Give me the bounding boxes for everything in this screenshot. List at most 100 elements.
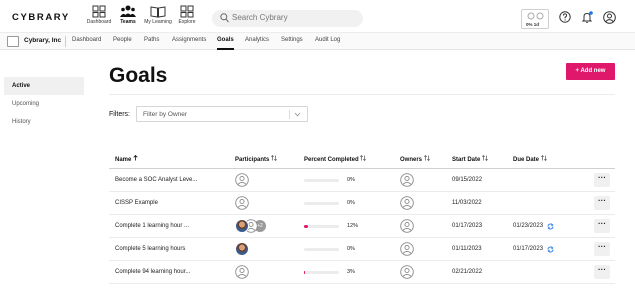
- subnav-divider: [65, 36, 66, 47]
- tab-assignments[interactable]: Assignments: [172, 37, 206, 43]
- goal-name[interactable]: CISSP Example: [115, 200, 158, 206]
- progress-bar-fill: [304, 271, 306, 274]
- tab-analytics[interactable]: Analytics: [245, 37, 269, 43]
- owner-avatar-icon[interactable]: [400, 196, 414, 210]
- tab-audit-log[interactable]: Audit Log: [315, 37, 340, 43]
- tab-goals[interactable]: Goals: [217, 37, 234, 50]
- tab-paths[interactable]: Paths: [144, 37, 159, 43]
- participant-avatar-icon: [235, 196, 249, 210]
- start-date: 01/11/2023: [452, 246, 482, 252]
- due-date: 01/23/2023: [513, 223, 544, 229]
- participant-avatar-icon: [235, 173, 249, 187]
- table-header: Name Participants Percent Completed Owne…: [109, 148, 615, 169]
- column-header-start-date[interactable]: Start Date: [452, 155, 488, 163]
- nav-explore-label: Explore: [178, 19, 196, 25]
- owner-avatar-icon[interactable]: [400, 173, 414, 187]
- sort-toggle-icon: [423, 155, 430, 161]
- table-row[interactable]: Complete 94 learning hour... 3% 02/21/2022…: [109, 261, 615, 284]
- add-new-button[interactable]: + Add new: [566, 63, 615, 80]
- stats-text: 0% 1d: [526, 22, 540, 27]
- search-input[interactable]: Search Cybrary: [212, 10, 363, 27]
- goal-name[interactable]: Become a SOC Analyst Leve...: [115, 177, 197, 183]
- tab-settings[interactable]: Settings: [281, 37, 303, 43]
- table-row[interactable]: Complete 5 learning hours 0% 01/11/2023 01/…: [109, 238, 615, 261]
- tab-people[interactable]: People: [113, 37, 132, 43]
- progress-bar: [304, 202, 339, 205]
- sort-toggle-icon: [540, 155, 547, 161]
- table-row[interactable]: Complete 1 learning hour ... +2 12% 01/17/2…: [109, 215, 615, 238]
- column-header-owners[interactable]: Owners: [400, 155, 430, 163]
- sort-toggle-icon: [271, 155, 277, 161]
- percent-completed: 0%: [347, 200, 355, 206]
- owner-filter-placeholder: Filter by Owner: [143, 111, 188, 118]
- filter-label: Filters:: [109, 111, 130, 118]
- search-placeholder: Search Cybrary: [232, 13, 288, 22]
- recurring-sync-icon: [547, 223, 554, 230]
- progress-rings-icon: [527, 12, 544, 20]
- goals-table: Name Participants Percent Completed Owne…: [109, 148, 615, 284]
- column-header-due-date[interactable]: Due Date: [513, 155, 547, 163]
- more-dots-icon-button[interactable]: ···: [594, 196, 610, 210]
- table-row[interactable]: Become a SOC Analyst Leve... 0% 09/15/2022…: [109, 169, 615, 192]
- column-header-name[interactable]: Name: [115, 154, 138, 163]
- percent-completed: 0%: [347, 246, 355, 252]
- table-row[interactable]: CISSP Example 0% 11/03/2022 ···: [109, 192, 615, 215]
- cybrary-logo[interactable]: CYBRARY: [12, 12, 70, 23]
- progress-bar-fill: [304, 225, 309, 228]
- search-icon: [220, 13, 229, 23]
- nav-explore[interactable]: Explore: [167, 5, 207, 25]
- owner-filter-select[interactable]: Filter by Owner: [136, 106, 308, 122]
- teams-people-icon: [120, 5, 136, 17]
- more-dots-icon-button[interactable]: ···: [594, 173, 610, 187]
- sidebar-item-active[interactable]: Active: [4, 77, 84, 95]
- more-dots-icon-button[interactable]: ···: [594, 242, 610, 256]
- owner-avatar-icon[interactable]: [400, 219, 414, 233]
- help-icon[interactable]: [559, 11, 571, 23]
- participant-avatar-photo: [235, 242, 249, 256]
- start-date: 09/15/2022: [452, 177, 483, 183]
- org-logo: [7, 36, 19, 47]
- notifications-bell-icon[interactable]: [581, 11, 593, 23]
- progress-bar: [304, 179, 339, 182]
- sidebar-item-upcoming[interactable]: Upcoming: [4, 95, 84, 113]
- sort-toggle-icon: [482, 155, 488, 161]
- org-name[interactable]: Cybrary, Inc: [24, 37, 61, 44]
- percent-completed: 3%: [347, 269, 355, 275]
- chevron-down-icon: [294, 112, 301, 117]
- progress-bar: [304, 225, 339, 228]
- goal-name[interactable]: Complete 5 learning hours: [115, 246, 185, 252]
- percent-completed: 12%: [347, 223, 359, 229]
- learning-stats-widget[interactable]: 0% 1d: [521, 9, 549, 29]
- book-icon: [150, 6, 166, 18]
- column-header-percent-completed[interactable]: Percent Completed: [304, 155, 367, 163]
- dashboard-grid-icon: [92, 5, 106, 18]
- due-date: 01/17/2023: [513, 246, 544, 252]
- start-date: 01/17/2023: [452, 223, 483, 229]
- top-header: CYBRARY Dashboard Teams My Learning Expl…: [0, 0, 635, 33]
- recurring-sync-icon: [547, 246, 554, 253]
- percent-completed: 0%: [347, 177, 355, 183]
- sort-toggle-icon: [360, 155, 367, 161]
- more-dots-icon-button[interactable]: ···: [594, 265, 610, 279]
- org-subnav: Cybrary, Inc Dashboard People Paths Assi…: [0, 33, 635, 50]
- participant-avatar-photo: [235, 219, 249, 233]
- start-date: 02/21/2022: [452, 269, 483, 275]
- owner-avatar-icon[interactable]: [400, 265, 414, 279]
- table-body: Become a SOC Analyst Leve... 0% 09/15/2022…: [109, 169, 615, 284]
- explore-grid-icon: [180, 5, 194, 18]
- progress-bar: [304, 248, 339, 251]
- goal-name[interactable]: Complete 1 learning hour ...: [115, 223, 189, 229]
- page-title: Goals: [109, 64, 168, 87]
- goal-name[interactable]: Complete 94 learning hour...: [115, 269, 190, 275]
- owner-avatar-icon[interactable]: [400, 242, 414, 256]
- participant-avatar-icon: [235, 265, 249, 279]
- select-divider: [289, 110, 290, 119]
- tab-dashboard[interactable]: Dashboard: [72, 37, 101, 43]
- more-dots-icon-button[interactable]: ···: [594, 219, 610, 233]
- start-date: 11/03/2022: [452, 200, 482, 206]
- title-divider: [109, 94, 615, 95]
- sort-ascending-arrow-icon: [133, 154, 138, 161]
- sidebar-item-history[interactable]: History: [4, 113, 84, 131]
- user-avatar-icon[interactable]: [603, 11, 616, 24]
- column-header-participants[interactable]: Participants: [235, 155, 277, 163]
